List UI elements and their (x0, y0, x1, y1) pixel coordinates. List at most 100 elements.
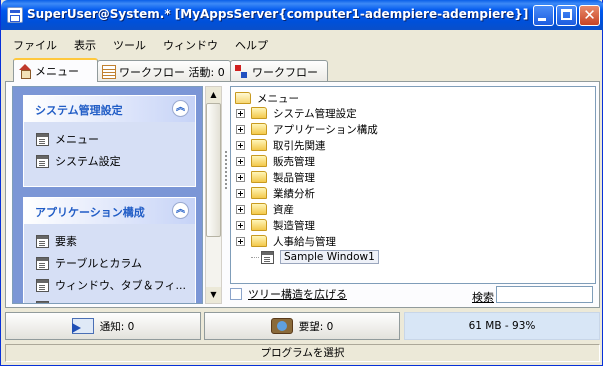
menu-help[interactable]: ヘルプ (227, 34, 277, 54)
window-title: SuperUser@System.* [MyAppsServer{compute… (27, 7, 529, 21)
tab-menu-label: メニュー (35, 65, 79, 78)
scroll-up-icon[interactable]: ▲ (206, 87, 221, 103)
tree-node[interactable]: 製品管理 (236, 169, 315, 185)
tree-root[interactable]: メニュー (235, 90, 299, 106)
menu-bar: ファイル 表示 ツール ウィンドウ ヘルプ (5, 34, 277, 54)
window-icon (36, 234, 49, 248)
taskpane-item-window-tab-field[interactable]: ウィンドウ、タブ＆フィ... (36, 274, 195, 296)
tree-node-label: 人事給与管理 (273, 235, 336, 248)
notice-button[interactable]: 通知: 0 (5, 312, 201, 340)
notice-icon (71, 318, 94, 334)
tree-leaf-selected[interactable]: Sample Window1 (251, 249, 379, 265)
taskpane-section-body: 要素 テーブルとカラム ウィンドウ、タブ＆フィ... (24, 224, 195, 303)
task-pane-scrollbar[interactable]: ▲ ▼ (205, 86, 222, 304)
window-icon (36, 300, 49, 303)
menu-tools[interactable]: ツール (105, 34, 155, 54)
memory-label: 61 MB - 93% (468, 320, 536, 332)
status-bar: プログラムを選択 (5, 344, 600, 362)
taskpane-item-partial[interactable] (36, 296, 195, 303)
tab-workflow[interactable]: ワークフロー (230, 60, 328, 81)
taskpane-item-element[interactable]: 要素 (36, 230, 195, 252)
taskpane-section-title: システム管理設定 (35, 104, 123, 117)
tree-node[interactable]: アプリケーション構成 (236, 121, 378, 137)
taskpane-item-label: テーブルとカラム (55, 257, 143, 270)
minimize-button[interactable] (533, 5, 554, 26)
home-icon (18, 64, 32, 79)
tab-workflow-activities-label: ワークフロー 活動: 0 (119, 66, 225, 79)
tree-node[interactable]: 取引先関連 (236, 137, 326, 153)
folder-icon (251, 123, 267, 135)
expand-icon[interactable] (236, 236, 245, 246)
folder-icon (251, 171, 267, 183)
scroll-thumb[interactable] (206, 103, 221, 237)
expand-icon[interactable] (236, 156, 245, 166)
folder-icon (251, 187, 267, 199)
taskpane-section-title: アプリケーション構成 (35, 206, 145, 219)
menu-file[interactable]: ファイル (5, 34, 66, 54)
tree-node[interactable]: 業績分析 (236, 185, 315, 201)
search-label: 検索 (472, 291, 494, 304)
menu-tree: メニュー システム管理設定 アプリケーション構成 取引先関連 販売管理 製品管理… (230, 86, 596, 284)
tree-node[interactable]: システム管理設定 (236, 105, 357, 121)
taskpane-section-header[interactable]: アプリケーション構成 ︽ (24, 198, 195, 224)
expand-tree-label: ツリー構造を広げる (248, 288, 347, 301)
taskpane-item-label: メニュー (55, 133, 99, 146)
expand-icon[interactable] (236, 140, 245, 150)
taskpane-item-label: システム設定 (55, 155, 121, 168)
tree-node[interactable]: 製造管理 (236, 217, 315, 233)
split-pane-divider[interactable] (224, 150, 228, 190)
tree-node[interactable]: 資産 (236, 201, 294, 217)
window-icon (36, 132, 49, 146)
expand-tree-option[interactable]: ツリー構造を広げる (230, 286, 347, 302)
taskpane-item-system-settings[interactable]: システム設定 (36, 150, 195, 172)
tree-node[interactable]: 販売管理 (236, 153, 315, 169)
expand-icon[interactable] (236, 188, 245, 198)
tab-workflow-label: ワークフロー (252, 66, 318, 79)
tree-node-label: 製造管理 (273, 219, 315, 232)
folder-icon (251, 235, 267, 247)
window-icon (261, 250, 274, 264)
memory-indicator[interactable]: 61 MB - 93% (404, 312, 600, 340)
tree-node[interactable]: 人事給与管理 (236, 233, 336, 249)
folder-icon (251, 203, 267, 215)
window-icon (36, 256, 49, 270)
title-bar[interactable]: SuperUser@System.* [MyAppsServer{compute… (1, 0, 603, 30)
close-icon: ✕ (583, 6, 596, 24)
tree-root-label: メニュー (257, 92, 299, 105)
collapse-icon[interactable]: ︽ (172, 100, 189, 117)
expand-icon[interactable] (236, 220, 245, 230)
scroll-down-icon[interactable]: ▼ (206, 287, 221, 303)
search-input[interactable] (496, 286, 593, 303)
expand-tree-checkbox[interactable] (230, 288, 242, 300)
taskpane-section-header[interactable]: システム管理設定 ︽ (24, 96, 195, 122)
request-icon (270, 318, 293, 334)
expand-icon[interactable] (236, 204, 245, 214)
folder-icon (251, 219, 267, 231)
tree-node-label: システム管理設定 (273, 107, 357, 120)
tab-workflow-activities[interactable]: ワークフロー 活動: 0 (97, 60, 231, 81)
expand-icon[interactable] (236, 124, 245, 134)
close-button[interactable]: ✕ (579, 5, 600, 26)
app-icon (7, 7, 23, 23)
tree-node-label: 製品管理 (273, 171, 315, 184)
taskpane-item-menu[interactable]: メニュー (36, 128, 195, 150)
folder-icon (251, 139, 267, 151)
taskpane-item-table-column[interactable]: テーブルとカラム (36, 252, 195, 274)
tree-node-label: 業績分析 (273, 187, 315, 200)
taskpane-item-label: ウィンドウ、タブ＆フィ... (55, 279, 186, 292)
tab-menu[interactable]: メニュー (13, 58, 98, 82)
menu-view[interactable]: 表示 (66, 34, 105, 54)
grid-icon (102, 65, 116, 79)
taskpane-item-label: 要素 (55, 235, 77, 248)
tree-node-label: 販売管理 (273, 155, 315, 168)
menu-window[interactable]: ウィンドウ (155, 34, 227, 54)
request-button[interactable]: 要望: 0 (204, 312, 400, 340)
maximize-button[interactable] (556, 5, 577, 26)
request-label: 要望: 0 (298, 320, 334, 333)
expand-icon[interactable] (236, 108, 245, 118)
tree-node-label: 資産 (273, 203, 294, 216)
application-window: SuperUser@System.* [MyAppsServer{compute… (0, 0, 603, 366)
collapse-icon[interactable]: ︽ (172, 202, 189, 219)
expand-icon[interactable] (236, 172, 245, 182)
status-text: プログラムを選択 (260, 347, 345, 359)
